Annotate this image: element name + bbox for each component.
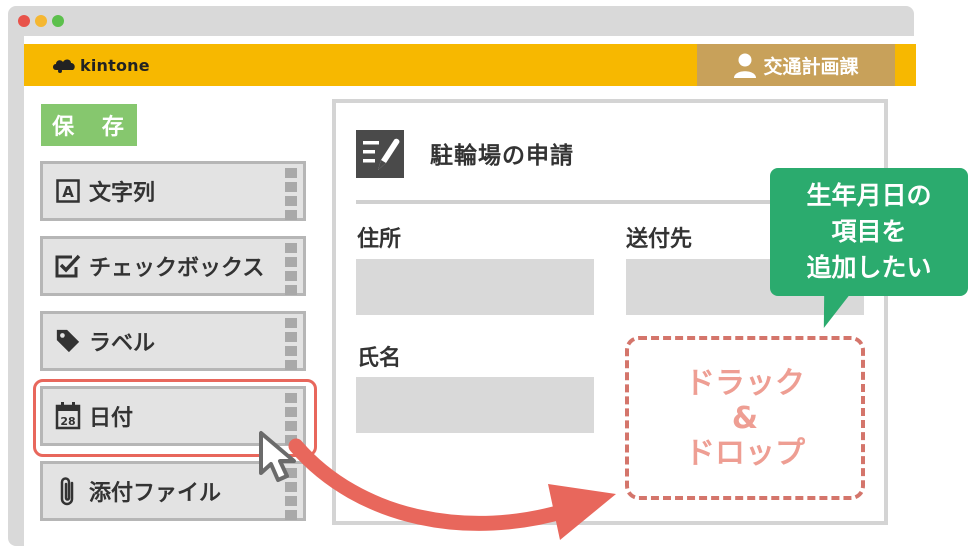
callout-text-1: 生年月日の <box>806 181 932 210</box>
callout-text-2: 項目を <box>831 217 907 246</box>
callout-bubble: 生年月日の 項目を 追加したい <box>770 168 968 296</box>
callout-text-3: 追加したい <box>806 253 932 282</box>
mouse-cursor-icon <box>259 431 296 482</box>
